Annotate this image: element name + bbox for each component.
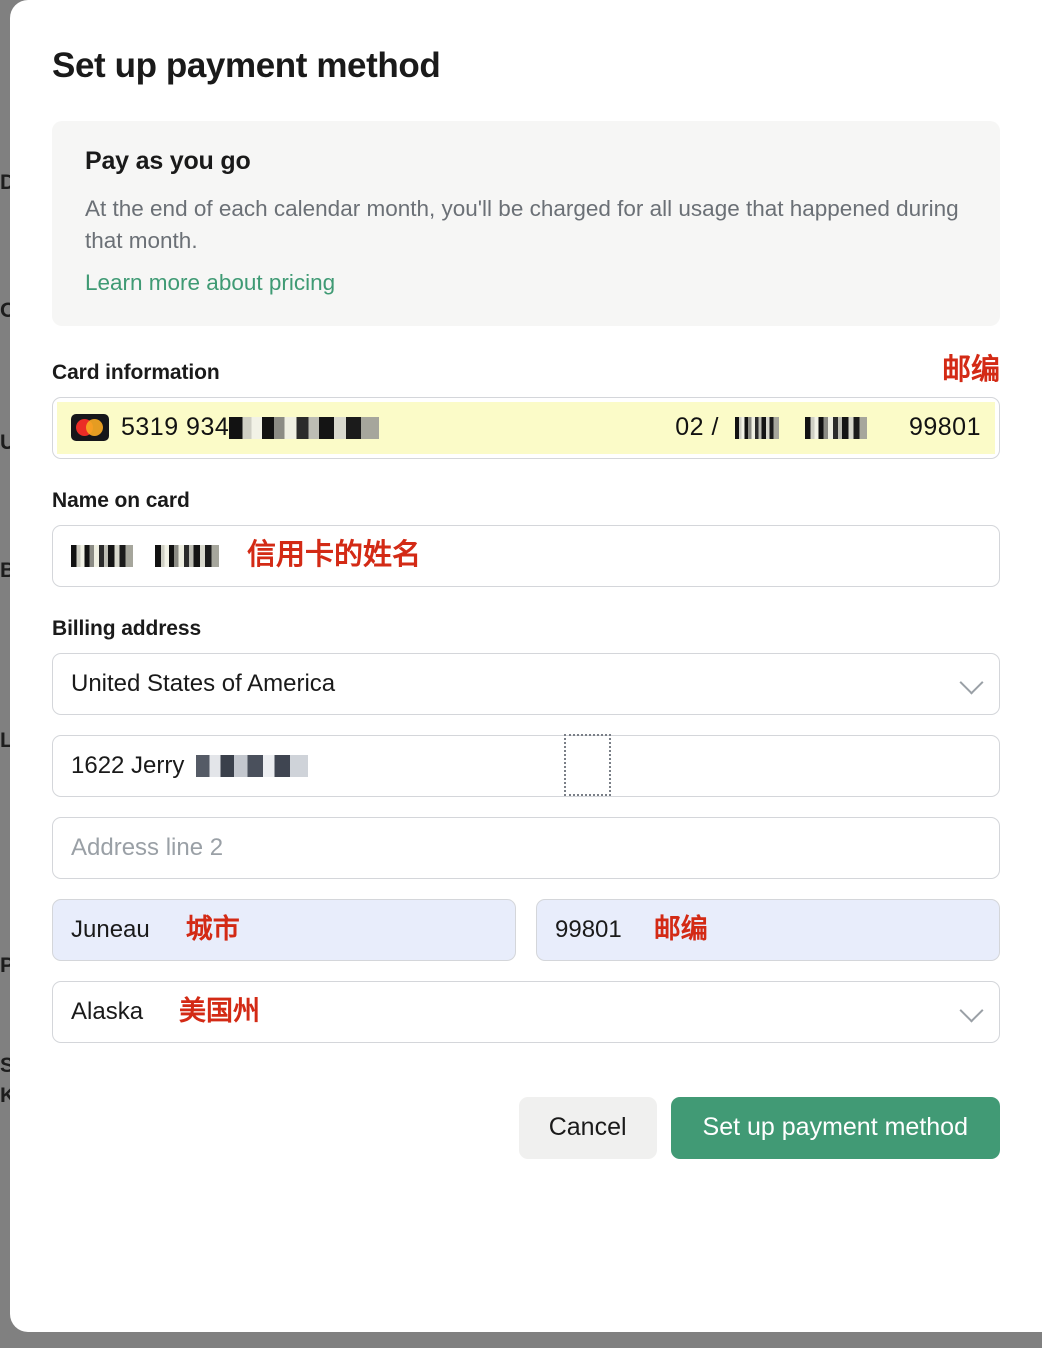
country-select[interactable]: United States of America <box>52 652 1000 715</box>
address-line2-input[interactable]: Address line 2 <box>52 816 1000 879</box>
background-text-fragment: Limit <box>0 730 10 751</box>
card-zip-annotation: 邮编 <box>941 353 1000 386</box>
state-annotation: 美国州 <box>179 996 261 1027</box>
learn-more-pricing-link[interactable]: Learn more about pricing <box>85 270 335 296</box>
set-up-payment-method-button[interactable]: Set up payment method <box>670 1096 1000 1159</box>
city-value: Juneau <box>71 915 150 943</box>
postal-code-input[interactable]: 99801 邮编 <box>536 898 1000 961</box>
pay-as-you-go-panel: Pay as you go At the end of each calenda… <box>52 121 1000 326</box>
name-last-redacted <box>155 544 219 567</box>
city-postal-row: Juneau 城市 99801 邮编 <box>52 898 1000 961</box>
background-text-fragment: Plan <box>0 955 10 976</box>
country-select-value: United States of America <box>71 669 336 697</box>
background-text-fragment: Billin <box>0 560 10 581</box>
state-value: Alaska <box>71 997 144 1025</box>
background-text-fragment: Usag <box>0 432 10 453</box>
mastercard-icon <box>71 414 109 442</box>
name-on-card-label: Name on card <box>52 488 190 512</box>
card-information-label: Card information <box>52 360 220 384</box>
name-on-card-annotation: 信用卡的姓名 <box>247 539 422 572</box>
card-number-redacted <box>229 416 380 439</box>
page-title: Set up payment method <box>52 46 441 85</box>
city-input[interactable]: Juneau 城市 <box>52 898 516 961</box>
card-expiry-input[interactable]: 02 / <box>675 413 719 442</box>
state-select[interactable]: Alaska 美国州 <box>52 980 1000 1043</box>
payment-method-dialog: Set up payment method Pay as you go At t… <box>10 0 1042 1332</box>
background-text-fragment: Keys <box>0 1085 10 1106</box>
card-expiry-year-redacted <box>734 416 779 439</box>
state-select-wrapper: Alaska 美国州 <box>52 980 1000 1043</box>
postal-code-value: 99801 <box>555 915 622 943</box>
address-line2-placeholder: Address line 2 <box>71 833 224 861</box>
card-cvc-redacted <box>804 416 867 439</box>
city-annotation: 城市 <box>185 914 240 945</box>
panel-title: Pay as you go <box>85 147 251 175</box>
cancel-button[interactable]: Cancel <box>518 1096 657 1159</box>
background-text-fragment: Setti <box>0 1055 10 1076</box>
country-select-wrapper: United States of America <box>52 652 1000 715</box>
dialog-footer: Cancel Set up payment method <box>52 1096 1000 1159</box>
card-information-label-row: Card information 邮编 <box>52 353 1000 386</box>
background-text-fragment: Over <box>0 300 10 321</box>
postal-code-annotation: 邮编 <box>653 914 708 945</box>
address-line1-input[interactable]: 1622 Jerry <box>52 734 1000 797</box>
name-first-redacted <box>71 544 133 567</box>
panel-description: At the end of each calendar month, you'l… <box>85 196 959 253</box>
address-line1-value: 1622 Jerry <box>71 751 185 779</box>
background-text-fragment: Dash <box>0 172 10 193</box>
name-on-card-input[interactable]: 信用卡的姓名 <box>52 524 1000 587</box>
billing-address-label: Billing address <box>52 616 202 640</box>
address-line1-wrapper: 1622 Jerry <box>52 733 1000 797</box>
address-line1-redacted <box>196 754 309 777</box>
card-information-field[interactable]: 5319 934 02 / 99801 <box>52 396 1000 459</box>
card-number-input[interactable]: 5319 934 <box>121 413 229 442</box>
card-zip-input[interactable]: 99801 <box>909 413 981 442</box>
